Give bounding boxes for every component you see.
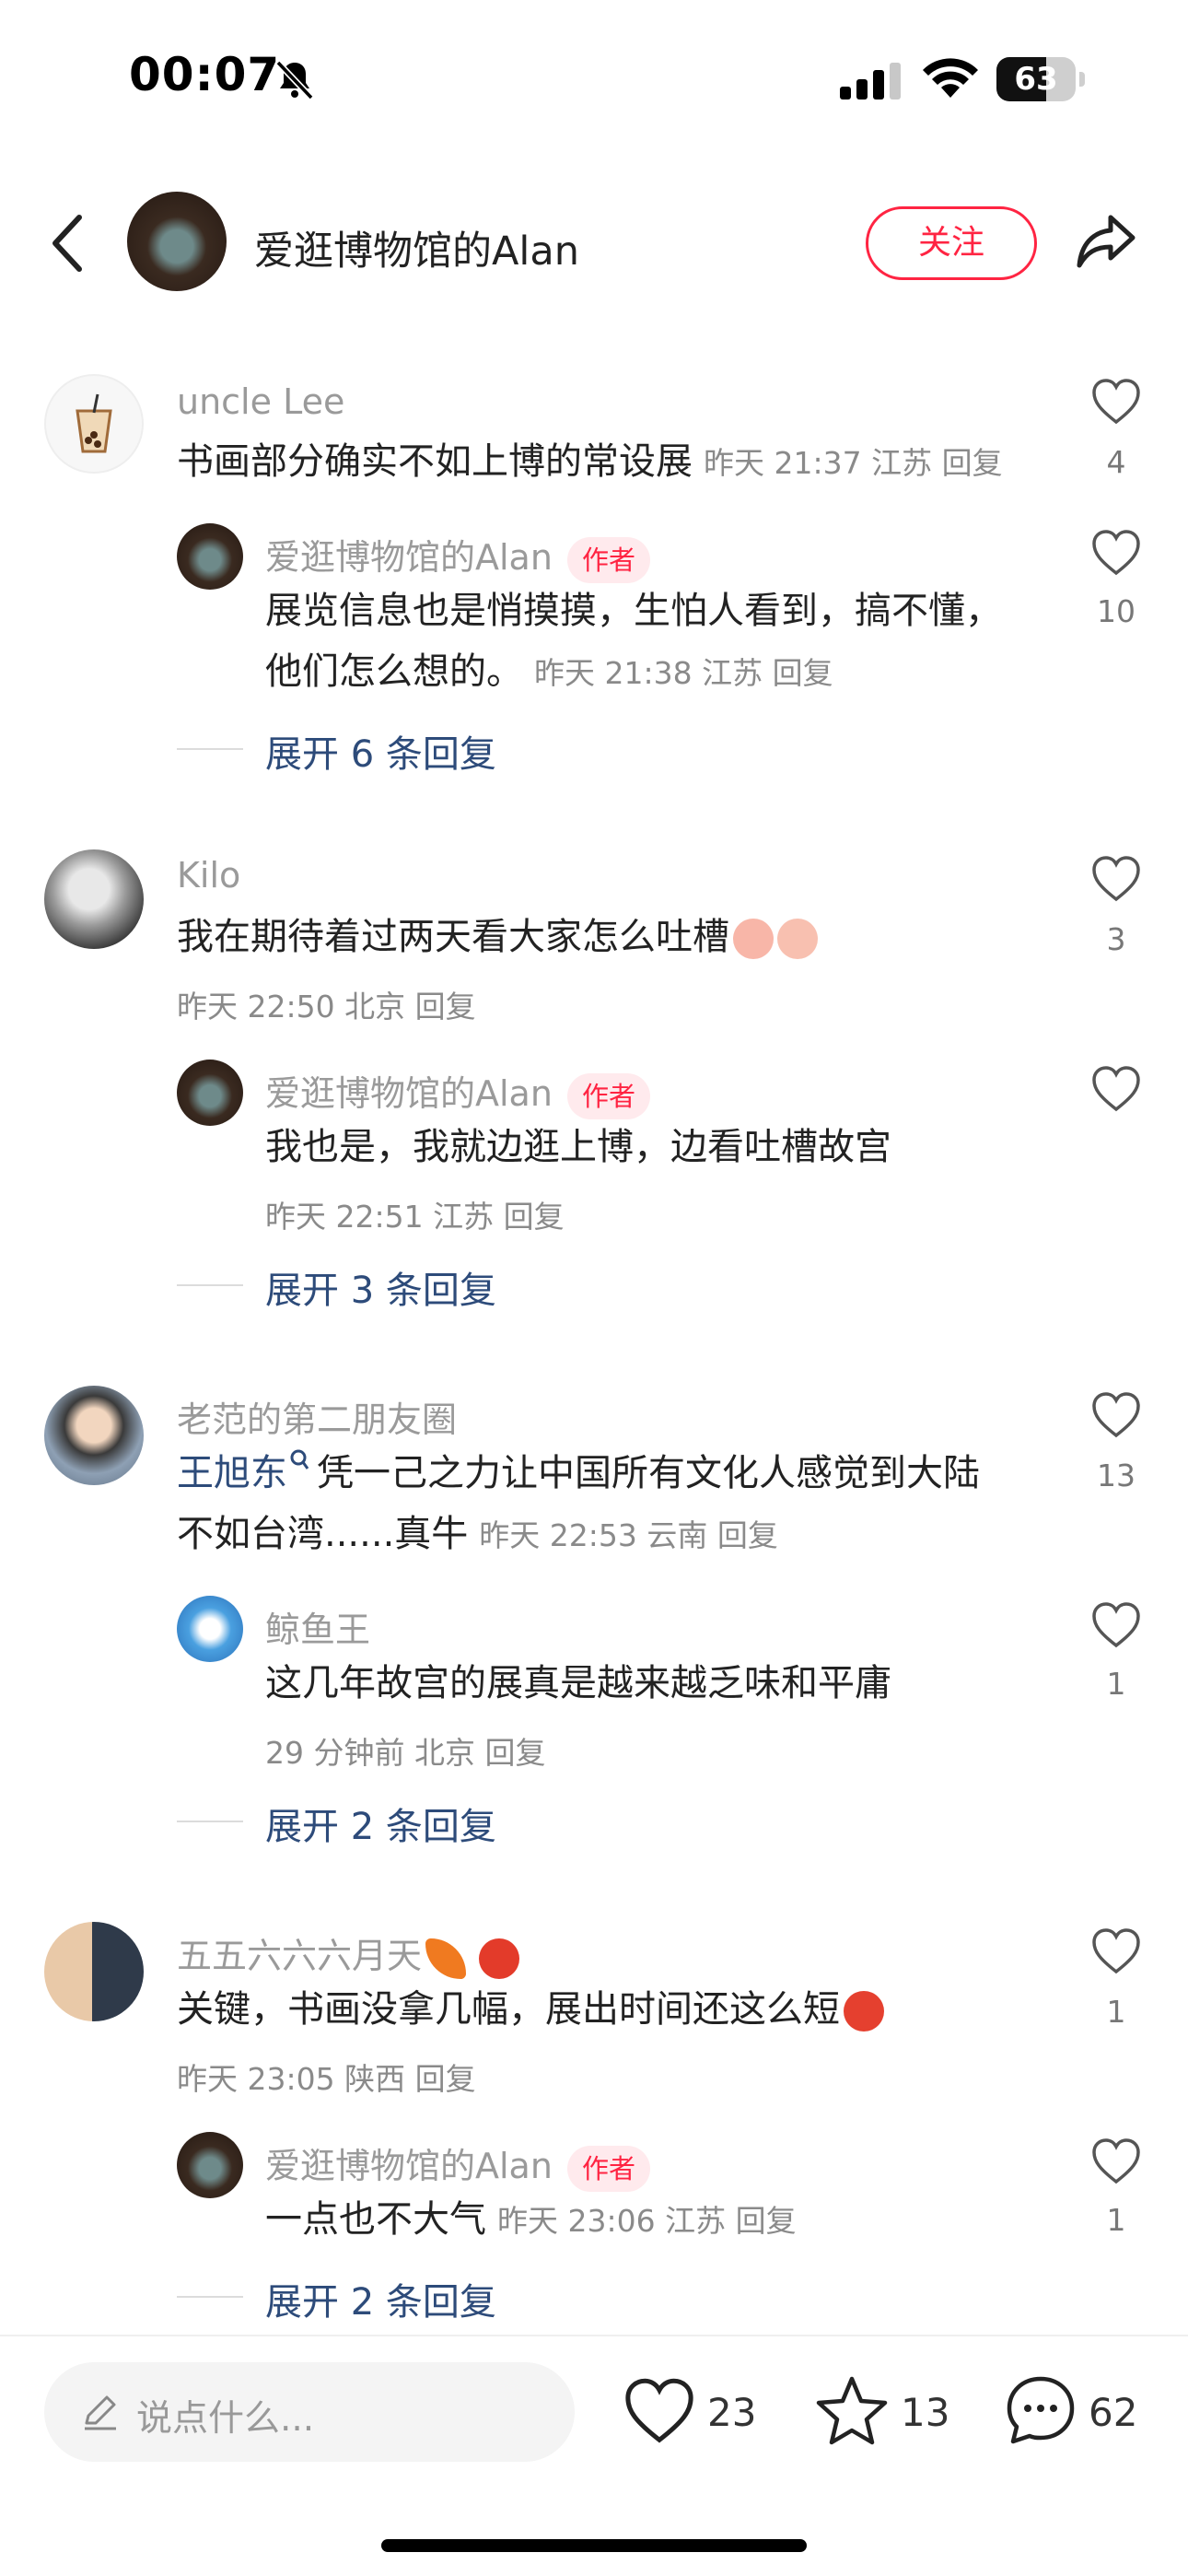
reply-text: 这几年故宫的展真是越来越乏味和平庸 [265, 1662, 891, 1704]
avatar[interactable] [44, 1386, 144, 1485]
heart-icon[interactable] [1090, 1391, 1142, 1439]
avatar[interactable] [44, 374, 144, 474]
heart-icon[interactable] [1090, 1927, 1142, 1975]
bottom-divider [0, 2335, 1188, 2336]
expand-divider [177, 2296, 243, 2298]
search-icon [290, 1449, 309, 1469]
heart-icon[interactable] [1090, 1065, 1142, 1113]
comment-meta[interactable]: 昨天 21:37 江苏 回复 [704, 445, 1003, 481]
signal-icon [840, 63, 901, 100]
carrot-emoji [425, 1938, 467, 1979]
comment-meta[interactable]: 昨天 23:05 陕西 回复 [177, 2055, 476, 2099]
reply-username[interactable]: 爱逛博物馆的Alan 作者 [265, 1065, 650, 1119]
reply-meta[interactable]: 29 分钟前 北京 回复 [265, 1728, 545, 1773]
expand-divider [177, 1821, 243, 1822]
expand-divider [177, 1284, 243, 1286]
expand-replies-button[interactable]: 展开 2 条回复 [265, 2272, 496, 2325]
angry-face-emoji [844, 1991, 884, 2032]
comment-username[interactable]: 老范的第二朋友圈 [177, 1391, 457, 1442]
heart-icon[interactable] [1090, 378, 1142, 426]
expand-replies-button[interactable]: 展开 3 条回复 [265, 1260, 496, 1314]
comment-username[interactable]: Kilo [177, 855, 240, 896]
bubble-tea-icon [76, 393, 112, 453]
comment-username[interactable]: 五五六六六月天 [177, 1927, 520, 1979]
avatar[interactable] [177, 2132, 243, 2198]
like-count: 4 [1106, 444, 1126, 480]
author-tag: 作者 [566, 1072, 650, 1119]
like-count: 1 [1106, 2202, 1126, 2238]
avatar[interactable] [44, 1922, 144, 2021]
heart-icon[interactable] [1090, 529, 1142, 577]
comment-input-placeholder: 说点什么... [136, 2398, 315, 2440]
post-favorite-count: 13 [901, 2390, 950, 2435]
reply-text-line2: 他们怎么想的。 昨天 21:38 江苏 回复 [265, 650, 833, 693]
post-comment-count: 62 [1089, 2390, 1138, 2435]
reply-meta[interactable]: 昨天 21:38 江苏 回复 [534, 655, 833, 691]
avatar[interactable] [177, 523, 243, 590]
comment-text: 我在期待着过两天看大家怎么吐槽 [177, 907, 818, 967]
heart-icon[interactable] [1090, 2137, 1142, 2185]
crying-face-emoji [733, 919, 774, 959]
expand-replies-button[interactable]: 展开 2 条回复 [265, 1797, 496, 1850]
author-tag: 作者 [566, 2145, 650, 2192]
reply-meta[interactable]: 昨天 22:51 江苏 回复 [265, 1192, 565, 1236]
comment-username[interactable]: uncle Lee [177, 381, 344, 422]
tomato-emoji [479, 1938, 520, 1979]
author-tag: 作者 [566, 536, 650, 583]
heart-icon[interactable] [1090, 855, 1142, 903]
like-count: 1 [1106, 1666, 1126, 1702]
comment-text: 关键，书画没拿几幅，展出时间还这么短 [177, 1979, 884, 2040]
expand-replies-button[interactable]: 展开 6 条回复 [265, 724, 496, 778]
like-count: 13 [1097, 1458, 1136, 1493]
battery-percent: 63 [1014, 61, 1058, 98]
comment-text: 书画部分确实不如上博的常设展 昨天 21:37 江苏 回复 [177, 440, 1003, 483]
comment-meta[interactable]: 昨天 22:53 云南 回复 [479, 1517, 778, 1553]
battery-icon: 63 [996, 57, 1085, 101]
home-indicator[interactable] [381, 2539, 807, 2552]
expand-divider [177, 748, 243, 750]
comment-text-line2: 不如台湾......真牛 昨天 22:53 云南 回复 [177, 1513, 778, 1555]
author-avatar[interactable] [127, 192, 227, 291]
reply-username[interactable]: 爱逛博物馆的Alan 作者 [265, 2137, 650, 2192]
avatar[interactable] [177, 1060, 243, 1126]
comment-meta[interactable]: 昨天 22:50 北京 回复 [177, 982, 476, 1026]
post-like-count: 23 [707, 2390, 757, 2435]
pencil-icon [85, 2395, 116, 2430]
follow-button[interactable]: 关注 [866, 206, 1037, 280]
comment-text: 王旭东 凭一己之力让中国所有文化人感觉到大陆 [177, 1443, 980, 1504]
avatar[interactable] [177, 1596, 243, 1662]
heart-icon[interactable] [623, 2377, 696, 2445]
heart-icon[interactable] [1090, 1601, 1142, 1649]
comment-icon[interactable] [1004, 2373, 1077, 2447]
bell-slash-icon [275, 60, 314, 100]
star-icon[interactable] [814, 2373, 890, 2447]
reply-username[interactable]: 爱逛博物馆的Alan 作者 [265, 529, 650, 583]
mention-link[interactable]: 王旭东 [177, 1452, 287, 1494]
reply-text: 我也是，我就边逛上博，边看吐槽故宫 [265, 1126, 891, 1168]
wifi-icon [923, 58, 978, 98]
avatar[interactable] [44, 849, 144, 949]
reply-text: 展览信息也是悄摸摸，生怕人看到，搞不懂， [265, 590, 1002, 632]
author-name[interactable]: 爱逛博物馆的Alan [254, 219, 579, 276]
share-icon[interactable] [1074, 208, 1138, 273]
status-time: 00:07 [129, 48, 281, 101]
back-icon[interactable] [44, 210, 92, 276]
reply-username[interactable]: 鲸鱼王 [265, 1601, 370, 1652]
reply-text: 一点也不大气 昨天 23:06 江苏 回复 [265, 2198, 797, 2241]
like-count: 1 [1106, 1994, 1126, 2030]
like-count: 10 [1097, 593, 1136, 629]
crying-face-emoji [777, 919, 818, 959]
comment-input[interactable]: 说点什么... [44, 2362, 575, 2462]
like-count: 3 [1106, 921, 1126, 957]
reply-meta[interactable]: 昨天 23:06 江苏 回复 [497, 2203, 797, 2239]
